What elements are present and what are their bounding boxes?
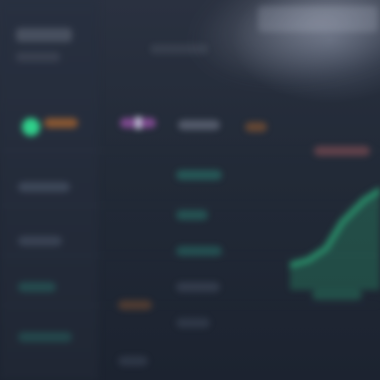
list-row-block [118, 356, 148, 366]
bottom-right-teal-block [312, 290, 362, 300]
top-left-header-block [16, 28, 72, 42]
list-row-block [176, 246, 222, 256]
status-dot [22, 118, 40, 136]
trend-chart [290, 187, 380, 290]
list-row-block [18, 236, 62, 246]
list-row-block [18, 282, 56, 292]
ui-layer: ▮ [0, 0, 380, 380]
tag-icon: ▮ [134, 112, 143, 131]
list-row-block [18, 182, 70, 192]
small-orange-tag [245, 122, 267, 132]
list-row-block [18, 332, 72, 342]
top-right-header-block [258, 6, 378, 32]
gray-tag [178, 120, 220, 130]
list-row-block [176, 210, 208, 220]
top-middle-header-block [150, 44, 208, 54]
orange-tag [44, 118, 78, 128]
list-row-block [176, 318, 210, 328]
list-row-block [176, 170, 222, 180]
list-row-block [176, 282, 220, 292]
top-left-subheader-block [16, 52, 60, 62]
red-tag [314, 146, 370, 156]
trend-chart-area [290, 190, 380, 290]
row-separator [0, 305, 380, 306]
list-row-block [118, 300, 152, 310]
blurred-screenshot: ▮ [0, 0, 380, 380]
